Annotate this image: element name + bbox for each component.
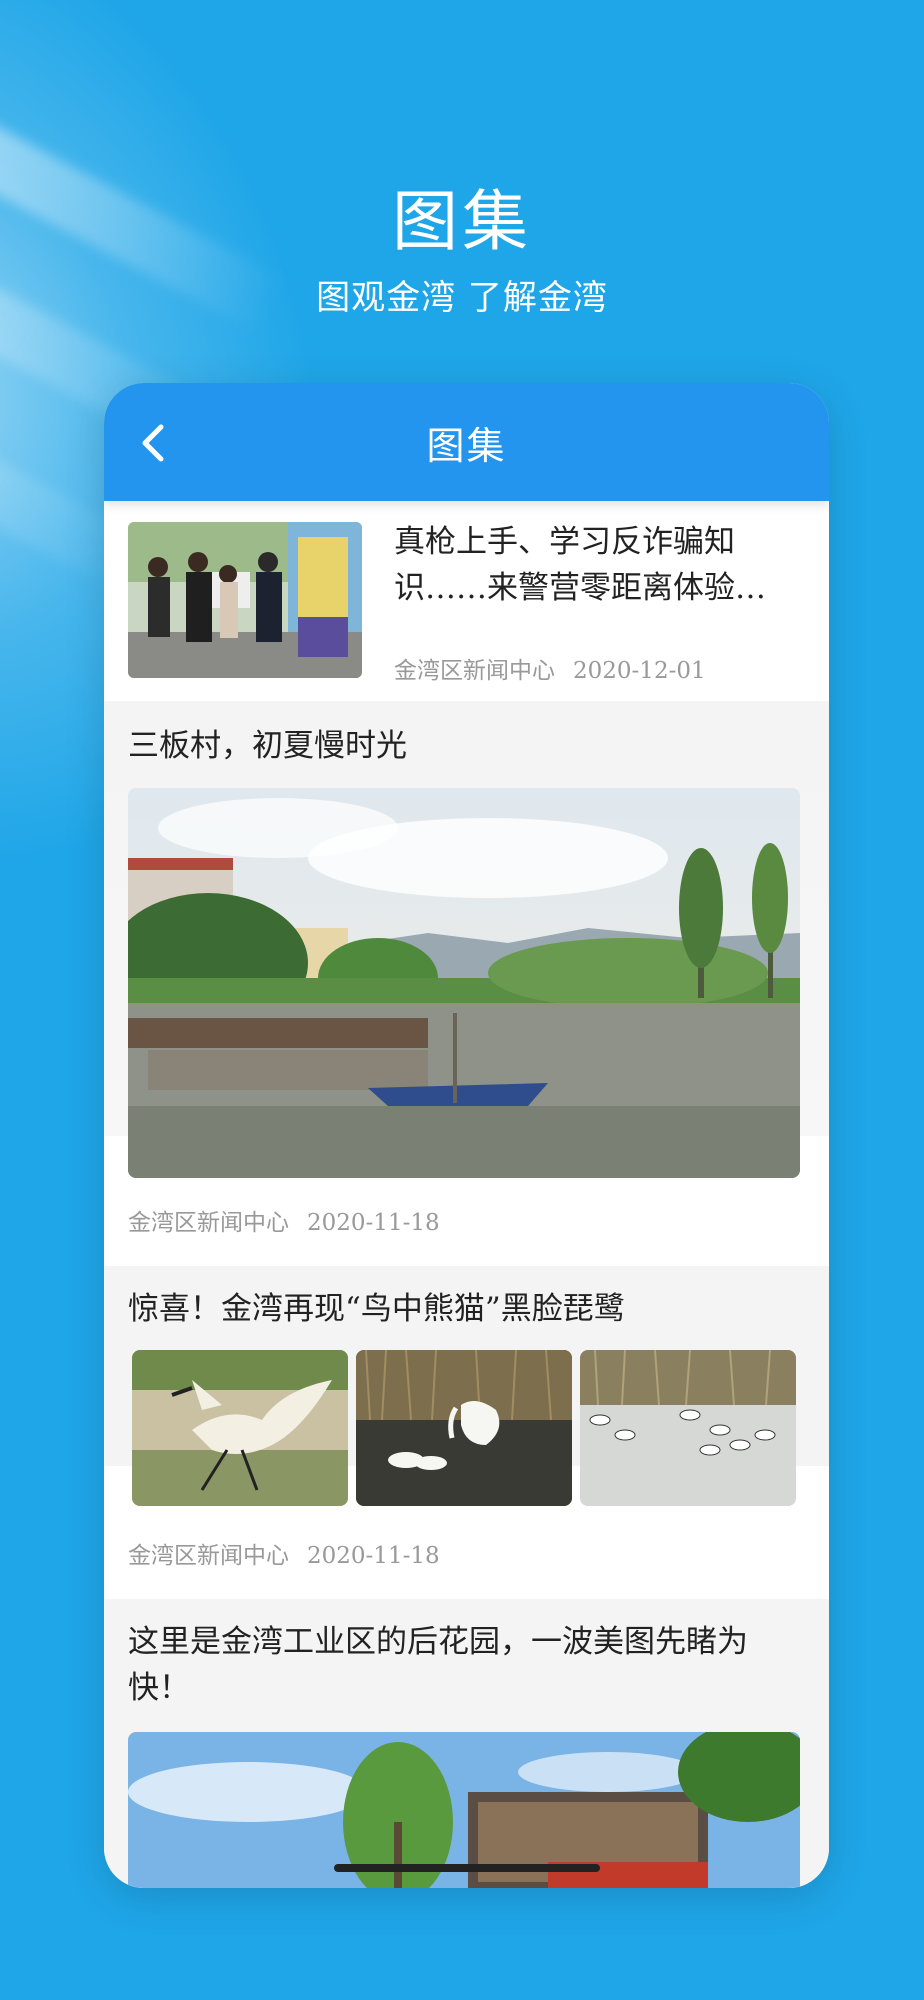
- article-source: 金湾区新闻中心: [394, 658, 555, 684]
- article-image: [132, 1350, 348, 1506]
- chevron-left-icon: [142, 424, 164, 462]
- article-source: 金湾区新闻中心: [128, 1210, 289, 1236]
- article-date: 2020-11-18: [307, 1210, 440, 1236]
- page-title: 图集: [426, 423, 507, 468]
- navigation-bar: 图集: [104, 383, 829, 501]
- back-button[interactable]: [134, 423, 170, 463]
- article-meta: 金湾区新闻中心 2020-11-18: [128, 1536, 440, 1570]
- article-meta: 金湾区新闻中心 2020-12-01: [394, 651, 706, 685]
- article-title: 惊喜！金湾再现“鸟中熊猫”黑脸琵鹭: [128, 1291, 625, 1327]
- article-date: 2020-12-01: [573, 658, 706, 684]
- article-source: 金湾区新闻中心: [128, 1543, 289, 1569]
- list-item[interactable]: 惊喜！金湾再现“鸟中熊猫”黑脸琵鹭 金湾区新闻中心 2020-11-18: [104, 1266, 829, 1599]
- article-title: 这里是金湾工业区的后花园，一波美图先睹为快！: [128, 1624, 748, 1706]
- article-title: 三板村，初夏慢时光: [128, 728, 407, 764]
- promo-subtitle: 图观金湾 了解金湾: [316, 278, 608, 318]
- list-item[interactable]: 这里是金湾工业区的后花园，一波美图先睹为快！: [104, 1599, 829, 1888]
- article-list: 真枪上手、学习反诈骗知识……来警营零距离体验… 金湾区新闻中心 2020-12-0…: [104, 501, 829, 1888]
- article-date: 2020-11-18: [307, 1543, 440, 1569]
- article-image: [356, 1350, 572, 1506]
- home-indicator: [334, 1864, 600, 1872]
- article-meta: 金湾区新闻中心 2020-11-18: [128, 1203, 440, 1237]
- phone-screen: 图集 真枪上手、学习反诈骗知识……来警营零距离体验… 金湾区新闻中心 2020-…: [104, 383, 829, 1888]
- list-item[interactable]: 三板村，初夏慢时光 金湾区新闻中心 2020-11-18: [104, 701, 829, 1266]
- promo-title: 图集: [392, 183, 532, 260]
- article-image: [580, 1350, 796, 1506]
- article-title: 真枪上手、学习反诈骗知识……来警营零距离体验…: [394, 524, 766, 606]
- article-image: [128, 788, 800, 1178]
- list-item[interactable]: 真枪上手、学习反诈骗知识……来警营零距离体验… 金湾区新闻中心 2020-12-0…: [104, 501, 829, 701]
- article-thumbnail: [128, 522, 362, 678]
